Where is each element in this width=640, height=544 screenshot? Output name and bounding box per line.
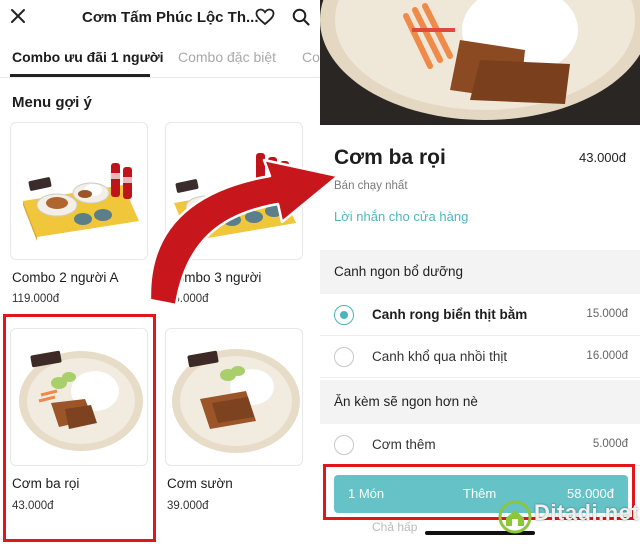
watermark: Ditadi.net xyxy=(494,496,640,536)
tab-combo-1-nguoi[interactable]: Combo ưu đãi 1 người xyxy=(12,49,164,65)
combo-food-image xyxy=(23,163,139,241)
item-price: 119.000đ xyxy=(12,293,60,305)
combo-food-image xyxy=(174,153,296,241)
partially-hidden-option: Chả hấp xyxy=(372,520,418,534)
item-price: 39.000đ xyxy=(167,500,209,512)
option-label: Canh khổ qua nhồi thịt xyxy=(372,349,508,364)
restaurant-menu-screen: Cơm Tấm Phúc Lộc Th... Combo ưu đãi 1 ng… xyxy=(0,0,320,544)
heart-icon[interactable] xyxy=(255,8,275,26)
store-note-link[interactable]: Lời nhắn cho cửa hàng xyxy=(334,209,468,224)
option-group-header: Canh ngon bổ dưỡng xyxy=(320,250,640,294)
best-seller-label: Bán chạy nhất xyxy=(334,180,408,192)
radio-unselected[interactable] xyxy=(334,347,354,367)
option-group-title: Ăn kèm sẽ ngon hơn nè xyxy=(334,394,478,409)
category-tabs: Combo ưu đãi 1 người Combo đặc biệt Co xyxy=(0,40,320,78)
option-row[interactable]: Cơm thêm 5.000đ xyxy=(320,424,640,466)
item-name: Combo 3 người xyxy=(167,270,262,285)
option-price: 15.000đ xyxy=(586,308,628,320)
dish-image xyxy=(172,349,300,453)
option-group-title: Canh ngon bổ dưỡng xyxy=(334,264,463,279)
option-price: 5.000đ xyxy=(592,438,628,450)
menu-card-combo-2[interactable] xyxy=(10,122,148,260)
option-price: 16.000đ xyxy=(586,350,628,362)
screenshot-composite: Cơm Tấm Phúc Lộc Th... Combo ưu đãi 1 ng… xyxy=(0,0,640,544)
menu-card-combo-3[interactable] xyxy=(165,122,303,260)
dish-price: 43.000đ xyxy=(579,150,626,165)
restaurant-name: Cơm Tấm Phúc Lộc Th... xyxy=(82,9,259,26)
dish-title: Cơm ba rọi xyxy=(334,146,446,169)
item-name: Combo 2 người A xyxy=(12,270,119,285)
option-label: Canh rong biển thịt bằm xyxy=(372,307,528,322)
section-title: Menu gợi ý xyxy=(12,94,92,111)
hero-plate-image xyxy=(320,0,640,125)
dish-hero-image xyxy=(320,0,640,125)
active-tab-indicator xyxy=(10,74,150,77)
option-row[interactable]: Canh rong biển thịt bằm 15.000đ xyxy=(320,294,640,336)
tab-combo-dac-biet[interactable]: Combo đặc biệt xyxy=(178,49,276,65)
item-price: 86.000đ xyxy=(167,293,209,305)
watermark-text: Ditadi.net xyxy=(534,500,640,525)
tab-more[interactable]: Co xyxy=(302,49,320,65)
option-row[interactable]: Canh khổ qua nhồi thịt 16.000đ xyxy=(320,336,640,378)
close-icon[interactable] xyxy=(8,6,28,26)
item-name: Cơm sườn xyxy=(167,476,233,491)
house-logo-icon xyxy=(498,500,532,534)
radio-selected[interactable] xyxy=(334,305,354,325)
menu-card-com-suon[interactable] xyxy=(165,328,303,466)
option-group-header: Ăn kèm sẽ ngon hơn nè xyxy=(320,380,640,424)
radio-unselected[interactable] xyxy=(334,435,354,455)
option-label: Cơm thêm xyxy=(372,437,436,452)
dish-detail-screen: Cơm ba rọi 43.000đ Bán chạy nhất Lời nhắ… xyxy=(320,0,640,544)
highlight-box xyxy=(3,314,156,542)
top-bar: Cơm Tấm Phúc Lộc Th... xyxy=(0,0,320,36)
search-icon[interactable] xyxy=(291,7,311,27)
